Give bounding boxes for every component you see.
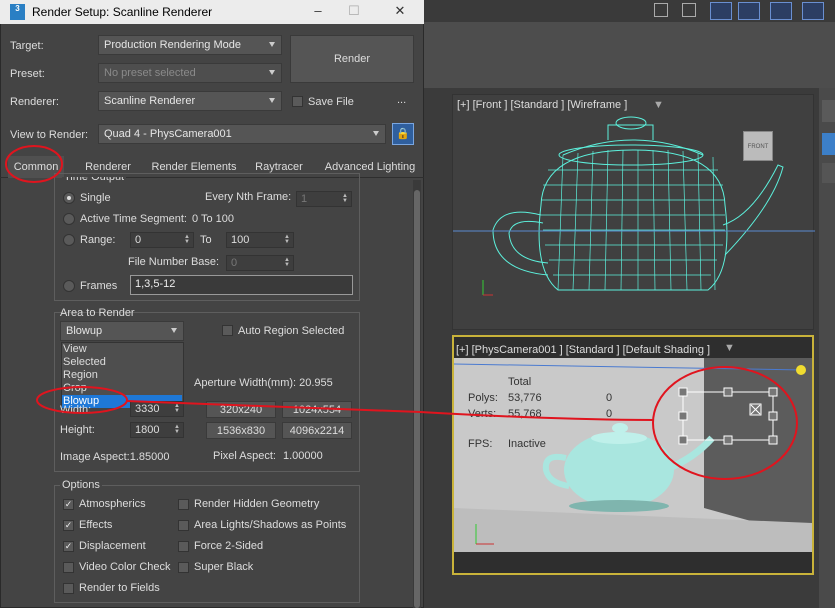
annotation-overlay <box>5 145 798 480</box>
